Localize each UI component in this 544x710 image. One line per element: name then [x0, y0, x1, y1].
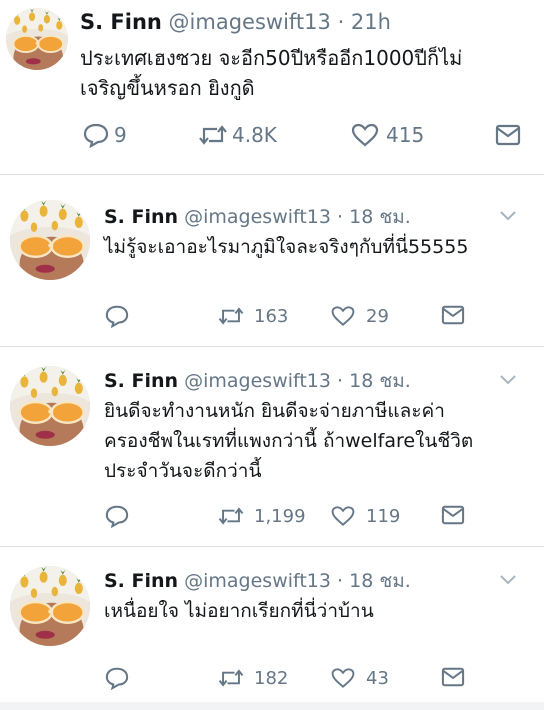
message-icon: [441, 667, 465, 687]
retweet-count: 4.8K: [232, 123, 277, 147]
avatar[interactable]: [10, 366, 90, 446]
chevron-down-icon[interactable]: [498, 208, 518, 227]
tweet-header: S. Finn @imageswift13 · 18 ชม.: [104, 366, 411, 396]
tweet-text-line: ครองชีพในเรทที่แพงกว่านี้ ถ้าwelfareในชี…: [104, 430, 474, 452]
chevron-down-icon[interactable]: [498, 572, 518, 591]
tweet-actions: 9 4.8K 415: [0, 122, 544, 152]
bottom-edge: [0, 702, 544, 710]
retweet-count: 182: [254, 667, 289, 689]
reply-icon: [83, 123, 109, 148]
tweet-header: S. Finn @imageswift13 · 18 ชม.: [104, 566, 411, 596]
display-name[interactable]: S. Finn: [104, 570, 178, 592]
reply-icon: [105, 667, 129, 690]
message-icon: [441, 505, 465, 525]
display-name[interactable]: S. Finn: [80, 10, 162, 34]
tweet-header: S. Finn @imageswift13 · 21h: [80, 10, 391, 34]
retweet-icon: [218, 669, 244, 687]
reply-button[interactable]: [104, 504, 130, 528]
like-icon: [331, 306, 355, 326]
reply-count: 9: [114, 123, 127, 147]
user-handle[interactable]: @imageswift13: [184, 206, 331, 228]
retweet-icon: [218, 507, 244, 525]
tweet-text-line: ประเทศเฮงซวย จะอีก50ปีหรืออีก1000ปีก็ไม่: [80, 46, 463, 70]
like-icon: [331, 668, 355, 688]
tweet-text-line: ยินดีจะทำงานหนัก ยินดีจะจ่ายภาษีและค่า: [104, 400, 445, 422]
display-name[interactable]: S. Finn: [104, 370, 178, 392]
direct-message-button[interactable]: [440, 504, 466, 526]
reply-icon: [105, 505, 129, 528]
retweet-count: 1,199: [254, 505, 306, 527]
tweet-text-line: เหนื่อยใจ ไม่อยากเรียกที่นี่ว่าบ้าน: [104, 600, 374, 622]
tweet-actions: 1,199 119: [0, 504, 544, 532]
tweet-text: ประเทศเฮงซวย จะอีก50ปีหรืออีก1000ปีก็ไม่…: [80, 43, 462, 103]
message-icon: [441, 305, 465, 325]
tweet-main[interactable]: S. Finn @imageswift13 · 21h ประเทศเฮงซวย…: [0, 0, 544, 170]
direct-message-button[interactable]: [440, 666, 466, 688]
like-count: 119: [366, 505, 401, 527]
like-button[interactable]: 43: [330, 666, 389, 690]
reply-button[interactable]: 9: [82, 122, 127, 148]
retweet-button[interactable]: 163: [216, 304, 288, 328]
avatar[interactable]: [6, 8, 68, 70]
like-button[interactable]: 119: [330, 504, 400, 528]
tweet-actions: 182 43: [0, 666, 544, 694]
tweet-reply[interactable]: S. Finn @imageswift13 · 18 ชม. ยินดีจะทำ…: [0, 352, 544, 542]
timestamp[interactable]: · 18 ชม.: [337, 206, 411, 228]
tweet-text: ยินดีจะทำงานหนัก ยินดีจะจ่ายภาษีและค่า ค…: [104, 396, 473, 486]
chevron-down-icon[interactable]: [498, 372, 518, 391]
timestamp[interactable]: · 18 ชม.: [337, 370, 411, 392]
tweet-reply[interactable]: S. Finn @imageswift13 · 18 ชม. เหนื่อยใจ…: [0, 552, 544, 702]
divider: [0, 346, 544, 347]
tweet-text-line: ไม่รู้จะเอาอะไรมาภูมิใจละจริงๆกับที่นี่5…: [104, 236, 469, 258]
display-name[interactable]: S. Finn: [104, 206, 178, 228]
like-count: 415: [386, 123, 425, 147]
tweet-text: เหนื่อยใจ ไม่อยากเรียกที่นี่ว่าบ้าน: [104, 596, 374, 626]
tweet-text-line: เจริญขึ้นหรอก ยิงกูดิ: [80, 76, 255, 100]
tweet-text-line: ประจำวันจะดีกว่านี้: [104, 460, 262, 482]
tweet-header: S. Finn @imageswift13 · 18 ชม.: [104, 202, 411, 232]
like-button[interactable]: 29: [330, 304, 389, 328]
timestamp[interactable]: · 21h: [338, 10, 391, 34]
direct-message-button[interactable]: [440, 304, 466, 326]
like-button[interactable]: 415: [350, 122, 424, 148]
tweet-actions: 163 29: [0, 304, 544, 332]
direct-message-button[interactable]: [494, 123, 522, 147]
tweet-reply[interactable]: S. Finn @imageswift13 · 18 ชม. ไม่รู้จะเ…: [0, 180, 544, 340]
like-icon: [331, 506, 355, 526]
avatar[interactable]: [10, 200, 90, 280]
user-handle[interactable]: @imageswift13: [184, 570, 331, 592]
avatar[interactable]: [10, 566, 90, 646]
reply-button[interactable]: [104, 304, 130, 328]
like-count: 43: [366, 667, 389, 689]
like-count: 29: [366, 305, 389, 327]
retweet-icon: [199, 125, 227, 145]
reply-icon: [105, 305, 129, 328]
tweet-text: ไม่รู้จะเอาอะไรมาภูมิใจละจริงๆกับที่นี่5…: [104, 232, 468, 262]
retweet-button[interactable]: 1,199: [216, 504, 306, 528]
reply-button[interactable]: [104, 666, 130, 690]
like-icon: [351, 123, 379, 147]
retweet-icon: [218, 307, 244, 325]
retweet-count: 163: [254, 305, 289, 327]
divider: [0, 546, 544, 547]
retweet-button[interactable]: 4.8K: [196, 122, 277, 148]
user-handle[interactable]: @imageswift13: [169, 10, 331, 34]
timestamp[interactable]: · 18 ชม.: [337, 570, 411, 592]
retweet-button[interactable]: 182: [216, 666, 288, 690]
message-icon: [495, 124, 521, 146]
divider: [0, 174, 544, 175]
user-handle[interactable]: @imageswift13: [184, 370, 331, 392]
